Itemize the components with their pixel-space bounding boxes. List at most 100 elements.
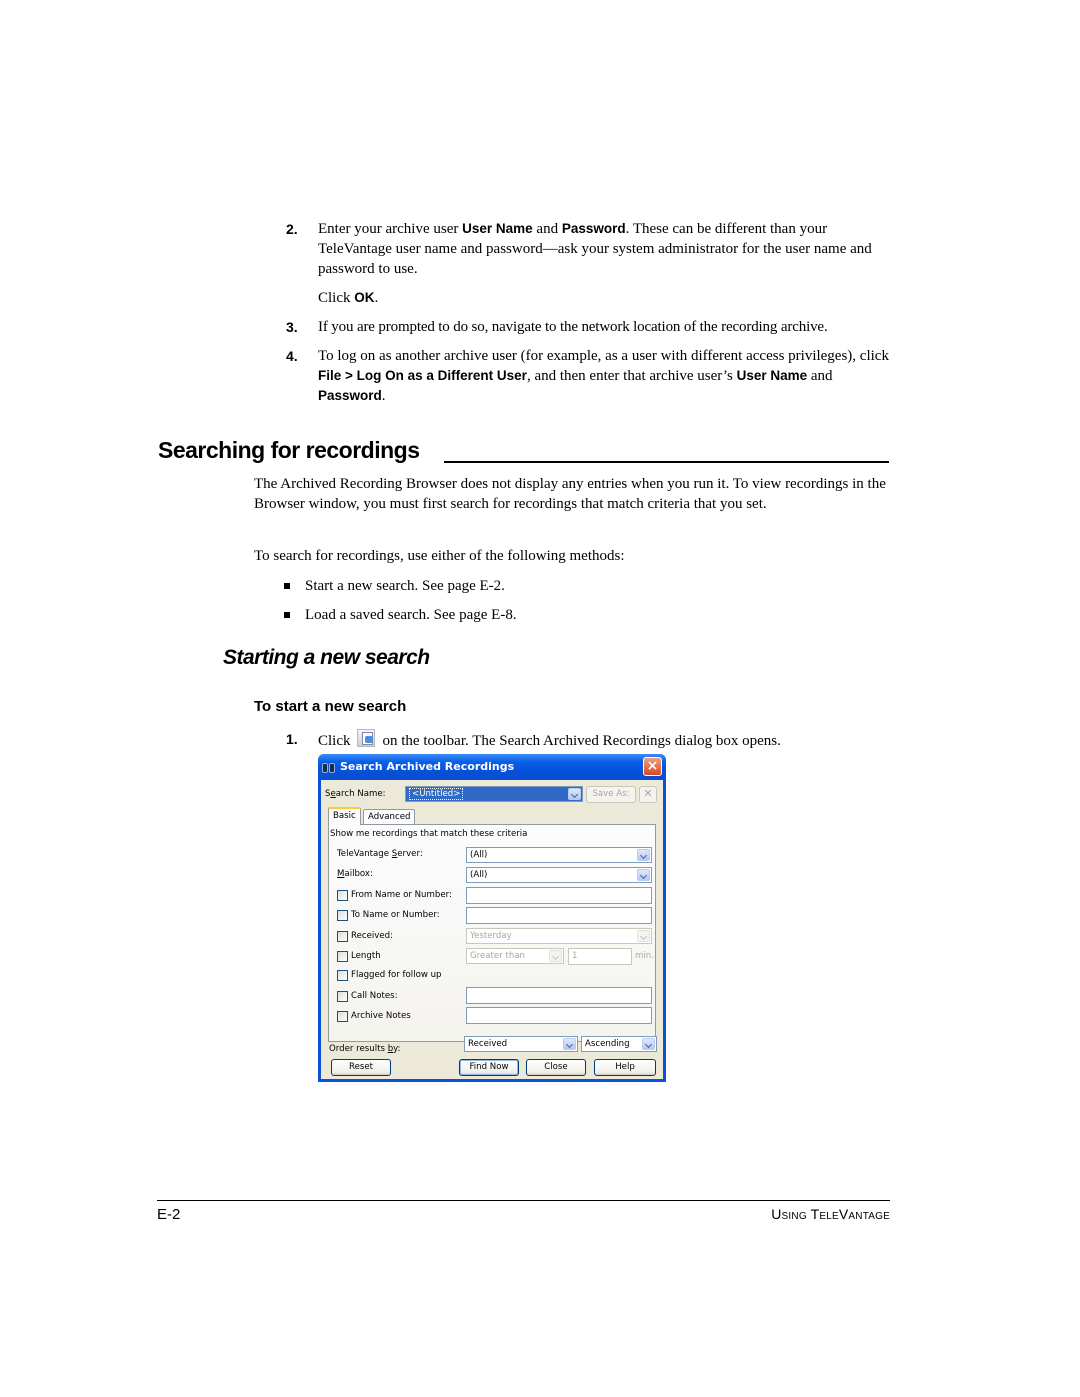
basic-tab-panel: Show me recordings that match these crit… (328, 824, 656, 1042)
method-item: Load a saved search. See page E-8. (284, 605, 517, 625)
step-text: . (381, 388, 386, 404)
method-item: Start a new search. See page E-2. (284, 576, 505, 596)
mailbox-label: Mailbox: (337, 869, 373, 879)
section-title: Searching for recordings (158, 437, 420, 463)
step-text: on the toolbar. The Search Archived Reco… (382, 733, 781, 749)
from-input[interactable] (466, 887, 652, 904)
footer-rule (157, 1200, 890, 1201)
binoculars-icon (322, 761, 336, 773)
step-text: and (807, 368, 833, 384)
archive-notes-input[interactable] (466, 1007, 652, 1024)
step-text: Enter your archive user (318, 221, 463, 237)
archive-notes-checkbox[interactable] (337, 1011, 348, 1022)
ui-term: File > Log On as a Different User (318, 368, 527, 383)
close-icon[interactable]: × (643, 757, 662, 776)
call-notes-label: Call Notes: (351, 991, 398, 1001)
chevron-down-icon[interactable] (642, 1038, 655, 1050)
order-direction-value: Ascending (585, 1039, 630, 1049)
search-name-value: <Untitled> (409, 788, 464, 800)
procedure-title: To start a new search (254, 698, 407, 715)
to-checkbox[interactable] (337, 910, 348, 921)
subsection-title: Starting a new search (223, 646, 430, 669)
step-text: Click (318, 733, 351, 749)
help-button[interactable]: Help (594, 1059, 656, 1076)
tab-basic[interactable]: Basic (328, 807, 361, 825)
search-name-label: Search Name: (325, 789, 386, 799)
step-3: 3. If you are prompted to do so, navigat… (286, 317, 896, 337)
to-label: To Name or Number: (351, 910, 440, 920)
length-operator-value: Greater than (470, 951, 526, 961)
from-checkbox[interactable] (337, 890, 348, 901)
reset-button[interactable]: Reset (331, 1059, 391, 1076)
chevron-down-icon[interactable] (549, 950, 562, 962)
page-number: E-2 (157, 1206, 181, 1223)
dialog-title: Search Archived Recordings (340, 760, 515, 773)
step-text: and (532, 221, 562, 237)
length-value-input[interactable]: 1 (568, 948, 632, 965)
length-unit: min. (635, 951, 654, 961)
server-value: (All) (470, 850, 488, 860)
ui-term: User Name (736, 368, 808, 383)
step-number: 2. (286, 221, 298, 237)
from-label: From Name or Number: (351, 890, 452, 900)
search-name-dropdown[interactable]: <Untitled> (405, 786, 583, 802)
length-checkbox[interactable] (337, 951, 348, 962)
mailbox-dropdown[interactable]: (All) (466, 867, 652, 883)
methods-intro: To search for recordings, use either of … (254, 548, 625, 564)
received-checkbox[interactable] (337, 931, 348, 942)
step-number: 1. (286, 731, 298, 747)
find-now-button[interactable]: Find Now (459, 1059, 519, 1076)
received-value: Yesterday (470, 931, 512, 941)
length-label: Length (351, 951, 381, 961)
step-click-line: Click OK. (318, 288, 896, 308)
order-label: Order results by: (329, 1044, 401, 1054)
step-text: To log on as another archive user (for e… (318, 348, 889, 364)
step-text: . (374, 290, 379, 306)
to-input[interactable] (466, 907, 652, 924)
search-archived-recordings-dialog: Search Archived Recordings × Search Name… (318, 754, 666, 1082)
order-field-value: Received (468, 1039, 508, 1049)
step-number: 3. (286, 319, 298, 335)
call-notes-checkbox[interactable] (337, 991, 348, 1002)
flagged-label: Flagged for follow up (351, 970, 442, 980)
save-as-button[interactable]: Save As: (586, 786, 636, 803)
criteria-heading: Show me recordings that match these crit… (330, 829, 528, 839)
ui-term: Password (561, 221, 626, 236)
chevron-down-icon[interactable] (568, 788, 581, 800)
tab-advanced[interactable]: Advanced (363, 809, 416, 825)
server-dropdown[interactable]: (All) (466, 847, 652, 863)
order-direction-dropdown[interactable]: Ascending (581, 1036, 657, 1052)
flagged-checkbox[interactable] (337, 970, 348, 981)
ui-term: User Name (462, 221, 533, 236)
section-intro: The Archived Recording Browser does not … (254, 476, 886, 512)
bullet-icon (284, 583, 290, 589)
section-title-rule (444, 461, 889, 463)
step-number: 4. (286, 348, 298, 364)
chevron-down-icon[interactable] (563, 1038, 576, 1050)
received-label: Received: (351, 931, 393, 941)
method-text: Load a saved search. See page E-8. (305, 607, 517, 623)
call-notes-input[interactable] (466, 987, 652, 1004)
step-text: Click (318, 290, 355, 306)
chevron-down-icon[interactable] (637, 869, 650, 881)
mailbox-value: (All) (470, 870, 488, 880)
chevron-down-icon[interactable] (637, 930, 650, 942)
length-operator-dropdown[interactable]: Greater than (466, 948, 564, 964)
step-text: , and then enter that archive user’s (526, 368, 737, 384)
new-search-icon (356, 729, 375, 747)
server-label: TeleVantage Server: (337, 849, 423, 859)
ui-term: OK (354, 290, 375, 305)
close-button[interactable]: Close (526, 1059, 586, 1076)
archive-notes-label: Archive Notes (351, 1011, 411, 1021)
step-text: If you are prompted to do so, navigate t… (318, 319, 828, 335)
received-dropdown[interactable]: Yesterday (466, 928, 652, 944)
dialog-title-bar[interactable]: Search Archived Recordings × (318, 754, 666, 780)
step-4: 4. To log on as another archive user (fo… (286, 346, 896, 406)
chevron-down-icon[interactable] (637, 849, 650, 861)
delete-search-button[interactable]: ✕ (639, 786, 657, 803)
step-1: 1. Click on the toolbar. The Search Archi… (286, 729, 896, 751)
dialog-body: Search Name: <Untitled> Save As: ✕ Basic… (321, 780, 663, 1079)
bullet-icon (284, 612, 290, 618)
ui-term: Password (318, 388, 382, 403)
order-field-dropdown[interactable]: Received (464, 1036, 578, 1052)
